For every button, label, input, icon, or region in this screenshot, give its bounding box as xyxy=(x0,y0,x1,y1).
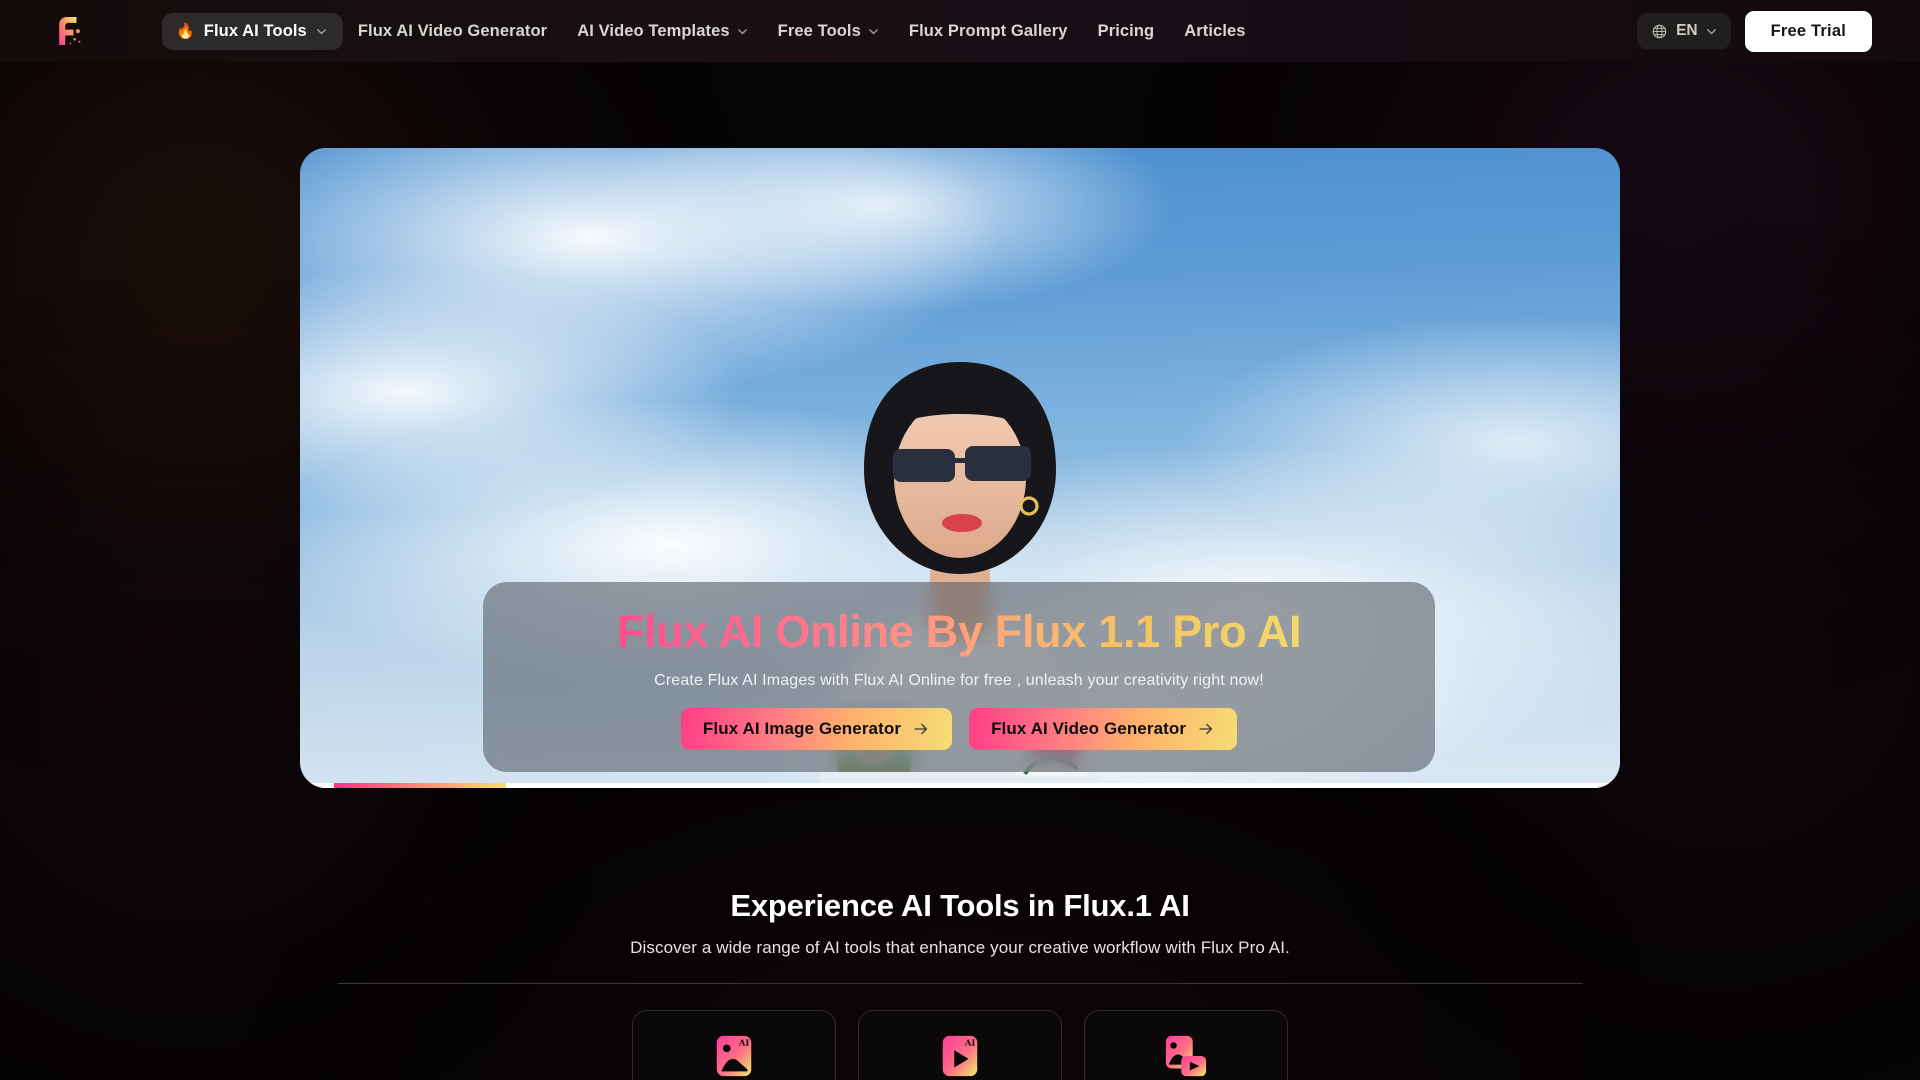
section-divider xyxy=(337,983,1583,984)
tool-card-ai-image-generator[interactable]: AI xyxy=(632,1010,836,1080)
nav-item-label: Flux AI Video Generator xyxy=(357,21,548,40)
arrow-right-icon xyxy=(912,720,930,738)
nav-item-label: Articles xyxy=(1184,21,1246,40)
tools-section-title: Experience AI Tools in Flux.1 AI xyxy=(730,888,1190,923)
nav-item-label: Pricing xyxy=(1097,21,1155,40)
hero-slide: Flux AI Online By Flux 1.1 Pro AI Create… xyxy=(300,148,1620,788)
nav-item-articles[interactable]: Articles xyxy=(1169,13,1260,50)
svg-text:AI: AI xyxy=(964,1038,976,1048)
carousel-progress-track[interactable] xyxy=(300,783,1620,788)
button-label: Flux AI Image Generator xyxy=(702,719,902,739)
svg-text:AI: AI xyxy=(738,1038,750,1048)
nav-item-ai-video-templates[interactable]: AI Video Templates xyxy=(562,13,762,50)
language-selector[interactable]: EN xyxy=(1637,13,1731,49)
brand-logo[interactable] xyxy=(52,11,92,51)
nav-item-free-tools[interactable]: Free Tools xyxy=(763,13,894,50)
nav-item-label: AI Video Templates xyxy=(577,21,730,40)
tool-card-image-to-video[interactable] xyxy=(1084,1010,1288,1080)
globe-icon xyxy=(1651,23,1668,40)
flame-icon: 🔥 xyxy=(176,22,195,40)
hero-overlay-panel: Flux AI Online By Flux 1.1 Pro AI Create… xyxy=(483,582,1435,772)
hero-subtitle: Create Flux AI Images with Flux AI Onlin… xyxy=(654,672,1264,690)
chevron-down-icon xyxy=(868,26,879,37)
nav-item-flux-prompt-gallery[interactable]: Flux Prompt Gallery xyxy=(894,13,1083,50)
button-label: Flux AI Video Generator xyxy=(991,719,1187,739)
hero-title: Flux AI Online By Flux 1.1 Pro AI xyxy=(616,606,1302,657)
ai-image-generator-icon: AI xyxy=(711,1033,757,1079)
nav-item-label: Flux Prompt Gallery xyxy=(908,21,1068,40)
language-code: EN xyxy=(1676,22,1698,39)
ai-video-generator-icon: AI xyxy=(937,1033,983,1079)
nav-item-flux-ai-tools[interactable]: 🔥 Flux AI Tools xyxy=(162,12,343,50)
nav-right-actions: EN Free Trial xyxy=(1637,10,1872,52)
image-to-video-icon xyxy=(1163,1033,1209,1079)
nav-item-flux-ai-video-generator[interactable]: Flux AI Video Generator xyxy=(343,13,562,50)
flux-ai-image-generator-button[interactable]: Flux AI Image Generator xyxy=(680,708,953,751)
carousel-progress-fill xyxy=(334,783,506,788)
nav-item-pricing[interactable]: Pricing xyxy=(1083,13,1170,50)
top-navbar: 🔥 Flux AI Tools Flux AI Video Generator … xyxy=(0,0,1920,62)
nav-item-label: Free Tools xyxy=(777,21,861,40)
chevron-down-icon xyxy=(737,26,748,37)
tools-section-subtitle: Discover a wide range of AI tools that e… xyxy=(630,938,1290,957)
arrow-right-icon xyxy=(1197,720,1215,738)
hero-carousel[interactable]: Flux AI Online By Flux 1.1 Pro AI Create… xyxy=(300,148,1620,788)
chevron-down-icon xyxy=(1706,26,1717,37)
nav-links: 🔥 Flux AI Tools Flux AI Video Generator … xyxy=(162,12,1261,50)
flux-ai-video-generator-button[interactable]: Flux AI Video Generator xyxy=(969,708,1238,751)
hero-cta-group: Flux AI Image Generator Flux AI Video Ge… xyxy=(680,708,1238,751)
free-trial-button[interactable]: Free Trial xyxy=(1744,10,1872,52)
tool-card-list: AI AI xyxy=(300,1010,1620,1080)
tool-card-ai-video-generator[interactable]: AI xyxy=(858,1010,1062,1080)
nav-item-label: Flux AI Tools xyxy=(203,21,307,40)
chevron-down-icon xyxy=(316,26,327,37)
tools-section: Experience AI Tools in Flux.1 AI Discove… xyxy=(300,888,1620,1080)
